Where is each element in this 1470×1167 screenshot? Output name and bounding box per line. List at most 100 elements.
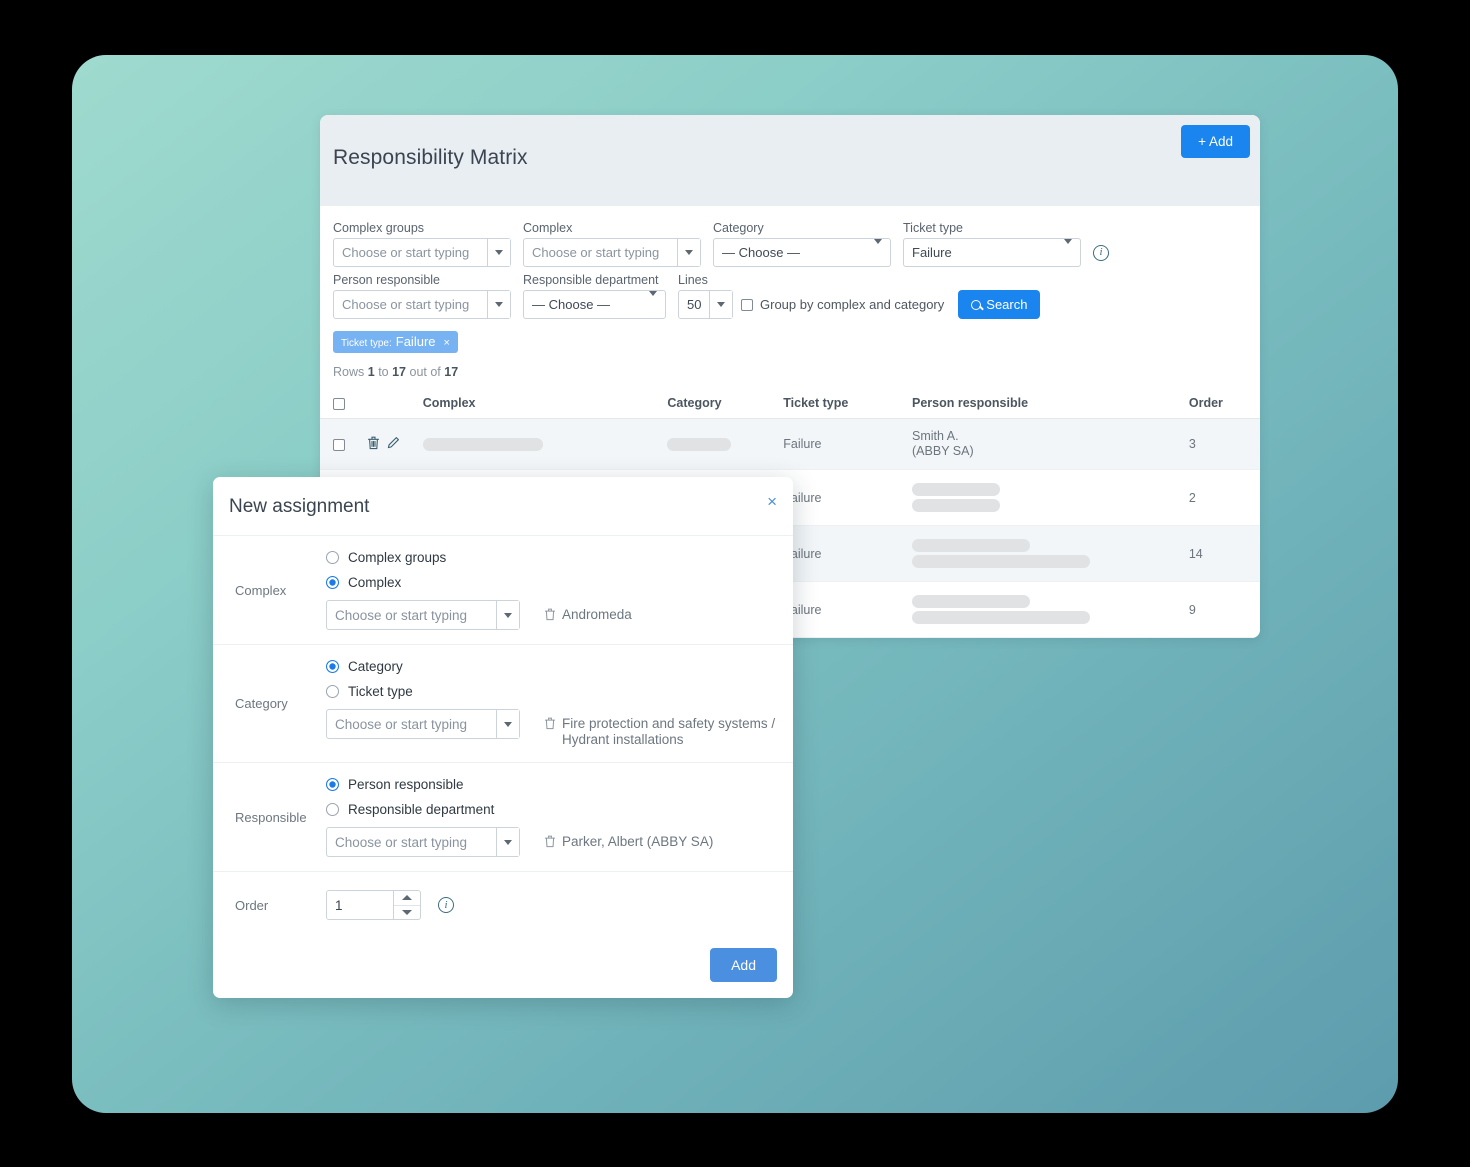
- filter-complex-groups: Complex groups Choose or start typing: [333, 221, 511, 267]
- order-stepper[interactable]: [326, 890, 421, 920]
- info-icon[interactable]: i: [1093, 245, 1109, 261]
- chevron-down-icon[interactable]: [709, 291, 732, 318]
- dialog-section-complex: ComplexComplex groupsComplexChoose or st…: [213, 536, 793, 645]
- radio-responsible-department[interactable]: [326, 803, 339, 816]
- order-label: Order: [224, 890, 326, 920]
- radio-option[interactable]: Category: [326, 659, 777, 674]
- cell-ticket-type: Failure: [779, 582, 908, 638]
- rows-info-to: 17: [392, 365, 406, 379]
- row-checkbox[interactable]: [333, 439, 345, 451]
- cell-category: [663, 419, 779, 470]
- filter-responsible-department: Responsible department — Choose —: [523, 273, 666, 319]
- redacted-value: [912, 539, 1030, 552]
- add-button[interactable]: + Add: [1181, 125, 1250, 158]
- chevron-down-icon[interactable]: [496, 601, 519, 629]
- chevron-down-icon[interactable]: [487, 291, 510, 318]
- chevron-down-icon[interactable]: [677, 239, 700, 266]
- chip-ticket-type[interactable]: Ticket type: Failure ×: [333, 331, 458, 353]
- filter-person-responsible-select[interactable]: Choose or start typing: [333, 290, 511, 319]
- radio-label: Complex: [348, 575, 401, 590]
- table-row[interactable]: FailureSmith A.(ABBY SA)3: [320, 419, 1260, 470]
- group-by-checkbox[interactable]: [741, 299, 753, 311]
- filter-responsible-department-select[interactable]: — Choose —: [523, 290, 666, 319]
- redacted-value: [912, 499, 1000, 512]
- filter-complex: Complex Choose or start typing: [523, 221, 701, 267]
- radio-complex-groups[interactable]: [326, 551, 339, 564]
- dialog-section-responsible: ResponsiblePerson responsible Responsible…: [213, 763, 793, 872]
- delete-icon[interactable]: [544, 835, 556, 852]
- radio-label: Category: [348, 659, 403, 674]
- radio-category[interactable]: [326, 660, 339, 673]
- select-all-checkbox[interactable]: [333, 398, 345, 410]
- filter-ticket-type-select[interactable]: Failure: [903, 238, 1081, 267]
- radio-person-responsible[interactable]: [326, 778, 339, 791]
- delete-icon[interactable]: [544, 608, 556, 625]
- selected-value-text: Andromeda: [562, 607, 632, 625]
- row-actions-cell: [363, 419, 419, 470]
- chevron-down-icon[interactable]: [487, 239, 510, 266]
- dialog-add-button[interactable]: Add: [710, 948, 777, 982]
- filter-category-label: Category: [713, 221, 891, 235]
- section-select[interactable]: Choose or start typing: [326, 827, 520, 857]
- close-icon[interactable]: ×: [767, 493, 777, 510]
- radio-option[interactable]: Ticket type: [326, 684, 777, 699]
- section-label: Complex: [224, 550, 326, 630]
- selected-value: Parker, Albert (ABBY SA): [544, 827, 713, 852]
- actions-header: [363, 390, 419, 419]
- section-select[interactable]: Choose or start typing: [326, 600, 520, 630]
- section-select-placeholder: Choose or start typing: [327, 608, 467, 623]
- filter-complex-select[interactable]: Choose or start typing: [523, 238, 701, 267]
- redacted-value: [912, 611, 1090, 624]
- radio-option[interactable]: Responsible department: [326, 802, 777, 817]
- radio-ticket-type[interactable]: [326, 685, 339, 698]
- chevron-down-icon[interactable]: [874, 244, 882, 262]
- chevron-down-icon[interactable]: [1064, 244, 1072, 262]
- radio-option[interactable]: Person responsible: [326, 777, 777, 792]
- rows-count-info: Rows 1 to 17 out of 17: [320, 353, 1260, 379]
- radio-option[interactable]: Complex groups: [326, 550, 777, 565]
- delete-icon[interactable]: [367, 439, 380, 453]
- dialog-section-category: CategoryCategoryTicket typeChoose or sta…: [213, 645, 793, 763]
- section-select-placeholder: Choose or start typing: [327, 717, 467, 732]
- filter-category-select[interactable]: — Choose —: [713, 238, 891, 267]
- chevron-down-icon[interactable]: [496, 710, 519, 738]
- filter-ticket-type-label: Ticket type: [903, 221, 1081, 235]
- stepper-up-icon[interactable]: [394, 891, 420, 906]
- order-input[interactable]: [327, 891, 393, 919]
- radio-complex[interactable]: [326, 576, 339, 589]
- rows-info-middle: to: [378, 365, 388, 379]
- filter-complex-value: Choose or start typing: [524, 245, 667, 260]
- filter-panel: Complex groups Choose or start typing Co…: [320, 206, 1260, 319]
- col-header-person-responsible: Person responsible: [908, 390, 1185, 419]
- selected-value: Fire protection and safety systems / Hyd…: [544, 709, 777, 748]
- info-icon[interactable]: i: [438, 897, 454, 913]
- group-by-checkbox-wrap[interactable]: Group by complex and category: [741, 290, 944, 319]
- rows-info-from: 1: [368, 365, 375, 379]
- col-header-ticket-type: Ticket type: [779, 390, 908, 419]
- new-assignment-dialog: New assignment × ComplexComplex groupsCo…: [213, 477, 793, 998]
- chevron-down-icon[interactable]: [496, 828, 519, 856]
- search-icon: [971, 300, 981, 310]
- edit-icon[interactable]: [387, 439, 400, 453]
- filter-lines-select[interactable]: 50: [678, 290, 733, 319]
- stepper-down-icon[interactable]: [394, 906, 420, 920]
- filter-person-responsible-label: Person responsible: [333, 273, 511, 287]
- order-spinner[interactable]: [393, 891, 420, 919]
- row-select-cell: [320, 419, 363, 470]
- section-label: Responsible: [224, 777, 326, 857]
- order-section: Order i: [213, 872, 793, 936]
- filter-responsible-department-label: Responsible department: [523, 273, 666, 287]
- filter-complex-groups-select[interactable]: Choose or start typing: [333, 238, 511, 267]
- chevron-down-icon[interactable]: [649, 296, 657, 314]
- cell-ticket-type: Failure: [779, 419, 908, 470]
- filter-person-responsible: Person responsible Choose or start typin…: [333, 273, 511, 319]
- radio-option[interactable]: Complex: [326, 575, 777, 590]
- section-select[interactable]: Choose or start typing: [326, 709, 520, 739]
- search-button[interactable]: Search: [958, 290, 1040, 319]
- table-header-row: Complex Category Ticket type Person resp…: [320, 390, 1260, 419]
- selected-value: Andromeda: [544, 600, 632, 625]
- filter-person-responsible-value: Choose or start typing: [334, 297, 477, 312]
- delete-icon[interactable]: [544, 717, 556, 748]
- close-icon[interactable]: ×: [444, 337, 450, 349]
- selected-value-text: Fire protection and safety systems / Hyd…: [562, 716, 777, 748]
